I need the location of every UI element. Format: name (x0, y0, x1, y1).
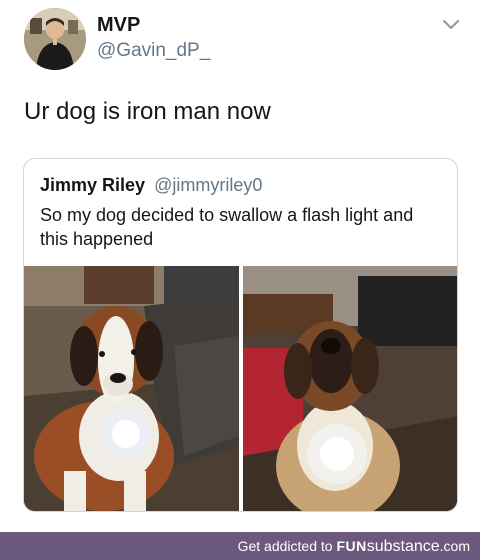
footer-tagline: Get addicted to (237, 538, 333, 554)
brand-fun: FUN (336, 538, 367, 554)
dog-photo-right[interactable] (243, 266, 457, 511)
user-handle[interactable]: @Gavin_dP_ (97, 40, 210, 62)
dog-photo-left[interactable] (24, 266, 239, 511)
tweet-text: Ur dog is iron man now (24, 98, 271, 125)
quoted-display-name: Jimmy Riley (40, 175, 146, 195)
display-name[interactable]: MVP (97, 14, 140, 37)
footer-branding[interactable]: Get addicted to FUNsubstance.com (238, 538, 470, 556)
user-avatar[interactable] (24, 8, 86, 70)
brand-com: .com (439, 538, 470, 554)
brand-substance: substance (366, 538, 440, 555)
footer-bar: Get addicted to FUNsubstance.com (0, 532, 480, 560)
quoted-tweet-text: So my dog decided to swallow a flash lig… (40, 205, 414, 249)
tweet-header: MVP @Gavin_dP_ (0, 0, 480, 90)
avatar-photo (24, 8, 86, 70)
quoted-author: Jimmy Riley @jimmyriley0 (40, 175, 262, 196)
chevron-down-icon[interactable] (441, 18, 461, 32)
quoted-tweet-card[interactable]: Jimmy Riley @jimmyriley0 So my dog decid… (23, 158, 458, 512)
quoted-handle: @jimmyriley0 (154, 175, 263, 195)
